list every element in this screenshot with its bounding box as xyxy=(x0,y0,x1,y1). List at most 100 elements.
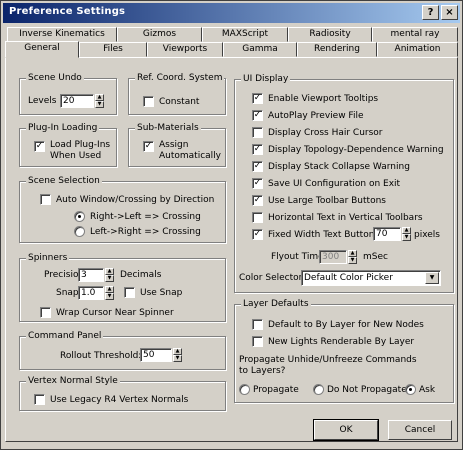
vertex-normal-title: Vertex Normal Style xyxy=(26,376,120,386)
pixels-label: pixels xyxy=(414,230,440,240)
left-right-radio[interactable] xyxy=(74,226,85,237)
spinners-group: Spinners Precision: 3 ▲ ▼ Decimals Snap: … xyxy=(19,253,226,322)
rollout-threshold-spinner[interactable]: ▲ ▼ xyxy=(173,348,182,362)
decimals-label: Decimals xyxy=(120,270,162,280)
tab-general[interactable]: General xyxy=(5,41,79,58)
stack-collapse-checkbox[interactable]: ✓ xyxy=(252,161,263,172)
tab-gizmos[interactable]: Gizmos xyxy=(117,27,202,42)
right-left-label: Right->Left => Crossing xyxy=(90,212,201,222)
rollout-threshold-label: Rollout Threshold: xyxy=(60,351,142,361)
spinners-title: Spinners xyxy=(26,253,70,263)
new-lights-checkbox[interactable] xyxy=(252,336,263,347)
save-ui-config-checkbox[interactable]: ✓ xyxy=(252,178,263,189)
ask-label: Ask xyxy=(419,385,436,395)
command-panel-group: Command Panel Rollout Threshold: 50 ▲ ▼ xyxy=(19,331,226,370)
layer-defaults-group: Layer Defaults Default to By Layer for N… xyxy=(234,299,454,403)
use-snap-label: Use Snap xyxy=(140,288,183,298)
default-by-layer-label: Default to By Layer for New Nodes xyxy=(268,320,424,330)
right-left-radio[interactable] xyxy=(74,211,85,222)
msec-label: mSec xyxy=(363,252,388,262)
precision-spinner[interactable]: ▲ ▼ xyxy=(105,268,114,282)
command-panel-title: Command Panel xyxy=(26,331,104,341)
assign-automatically-checkbox[interactable]: ✓ xyxy=(143,141,154,152)
ui-display-title: UI Display xyxy=(241,74,291,84)
cross-hair-label: Display Cross Hair Cursor xyxy=(268,128,383,138)
ok-button[interactable]: OK xyxy=(313,419,379,441)
topology-warning-checkbox[interactable]: ✓ xyxy=(252,144,263,155)
scene-undo-title: Scene Undo xyxy=(26,73,84,83)
sub-materials-title: Sub-Materials xyxy=(135,123,201,133)
autoplay-preview-label: AutoPlay Preview File xyxy=(268,111,364,121)
tab-radiosity[interactable]: Radiosity xyxy=(288,27,372,42)
tab-animation[interactable]: Animation xyxy=(377,42,458,57)
preference-settings-window: Preference Settings ? × Inverse Kinemati… xyxy=(0,0,463,450)
precision-input[interactable]: 3 xyxy=(78,268,104,282)
title-bar[interactable]: Preference Settings ? × xyxy=(3,3,460,23)
tab-inverse-kinematics[interactable]: Inverse Kinematics xyxy=(7,27,117,42)
propagate-radio[interactable] xyxy=(239,384,250,395)
plugin-loading-title: Plug-In Loading xyxy=(26,123,100,133)
enable-tooltips-checkbox[interactable]: ✓ xyxy=(252,93,263,104)
levels-spinner[interactable]: ▲ ▼ xyxy=(95,94,104,108)
wrap-cursor-checkbox[interactable] xyxy=(40,307,51,318)
save-ui-config-label: Save UI Configuration on Exit xyxy=(268,179,401,189)
scene-undo-group: Scene Undo Levels 20 ▲ ▼ xyxy=(19,73,117,115)
left-right-label: Left->Right => Crossing xyxy=(90,227,201,237)
help-button[interactable]: ? xyxy=(422,5,439,20)
propagate-question-line-2: to Layers? xyxy=(239,366,286,376)
use-snap-checkbox[interactable] xyxy=(124,287,135,298)
levels-input[interactable]: 20 xyxy=(60,94,94,108)
ref-coord-title: Ref. Coord. System xyxy=(135,73,225,83)
topology-warning-label: Display Topology-Dependence Warning xyxy=(268,145,444,155)
snap-input[interactable]: 1.0 xyxy=(78,286,104,300)
vertex-normal-group: Vertex Normal Style Use Legacy R4 Vertex… xyxy=(19,376,226,411)
do-not-propagate-label: Do Not Propagate xyxy=(327,385,407,395)
fixed-width-spinner[interactable]: ▲ ▼ xyxy=(402,227,411,241)
tab-files[interactable]: Files xyxy=(79,42,147,57)
constant-checkbox[interactable] xyxy=(143,96,154,107)
load-plugins-label-1: Load Plug-Ins xyxy=(50,140,111,150)
flyout-time-spinner[interactable]: ▲ ▼ xyxy=(348,250,357,264)
rollout-threshold-input[interactable]: 50 xyxy=(140,348,172,362)
legacy-normals-checkbox[interactable] xyxy=(34,394,45,405)
default-by-layer-checkbox[interactable] xyxy=(252,319,263,330)
do-not-propagate-radio[interactable] xyxy=(313,384,324,395)
fixed-width-input[interactable]: 70 xyxy=(373,227,401,241)
cancel-button[interactable]: Cancel xyxy=(388,420,452,440)
window-title: Preference Settings xyxy=(9,6,126,17)
chevron-down-icon[interactable]: ▼ xyxy=(425,272,439,284)
stack-collapse-label: Display Stack Collapse Warning xyxy=(268,162,410,172)
autoplay-preview-checkbox[interactable]: ✓ xyxy=(252,110,263,121)
fixed-width-checkbox[interactable]: ✓ xyxy=(252,229,263,240)
sub-materials-group: Sub-Materials ✓ Assign Automatically xyxy=(128,123,226,167)
horizontal-text-checkbox[interactable] xyxy=(252,212,263,223)
ui-display-group: UI Display ✓ Enable Viewport Tooltips ✓ … xyxy=(234,74,454,293)
assign-label-2: Automatically xyxy=(159,151,221,161)
large-toolbar-checkbox[interactable]: ✓ xyxy=(252,195,263,206)
tab-mental-ray[interactable]: mental ray xyxy=(372,27,458,42)
tab-rendering[interactable]: Rendering xyxy=(297,42,377,57)
load-plugins-label-2: When Used xyxy=(50,151,102,161)
tab-viewports[interactable]: Viewports xyxy=(147,42,223,57)
horizontal-text-label: Horizontal Text in Vertical Toolbars xyxy=(268,213,423,223)
tab-maxscript[interactable]: MAXScript xyxy=(202,27,288,42)
propagate-question-line-1: Propagate Unhide/Unfreeze Commands xyxy=(239,355,417,365)
wrap-cursor-label: Wrap Cursor Near Spinner xyxy=(56,308,174,318)
load-plugins-checkbox[interactable]: ✓ xyxy=(34,141,45,152)
snap-spinner[interactable]: ▲ ▼ xyxy=(105,286,114,300)
ask-radio[interactable] xyxy=(405,384,416,395)
layer-defaults-title: Layer Defaults xyxy=(241,299,311,309)
auto-window-label: Auto Window/Crossing by Direction xyxy=(56,195,215,205)
fixed-width-label: Fixed Width Text Buttons: xyxy=(268,230,383,240)
auto-window-checkbox[interactable] xyxy=(40,194,51,205)
close-button[interactable]: × xyxy=(441,5,458,20)
plugin-loading-group: Plug-In Loading ✓ Load Plug-Ins When Use… xyxy=(19,123,117,167)
cross-hair-checkbox[interactable] xyxy=(252,127,263,138)
color-selector-dropdown[interactable]: Default Color Picker xyxy=(301,270,441,286)
scene-selection-group: Scene Selection Auto Window/Crossing by … xyxy=(19,176,226,243)
constant-label: Constant xyxy=(159,97,200,107)
color-selector-label: Color Selector: xyxy=(239,273,306,283)
flyout-time-input[interactable]: 300 xyxy=(319,250,347,264)
tab-gamma[interactable]: Gamma xyxy=(223,42,297,57)
propagate-label: Propagate xyxy=(253,385,299,395)
